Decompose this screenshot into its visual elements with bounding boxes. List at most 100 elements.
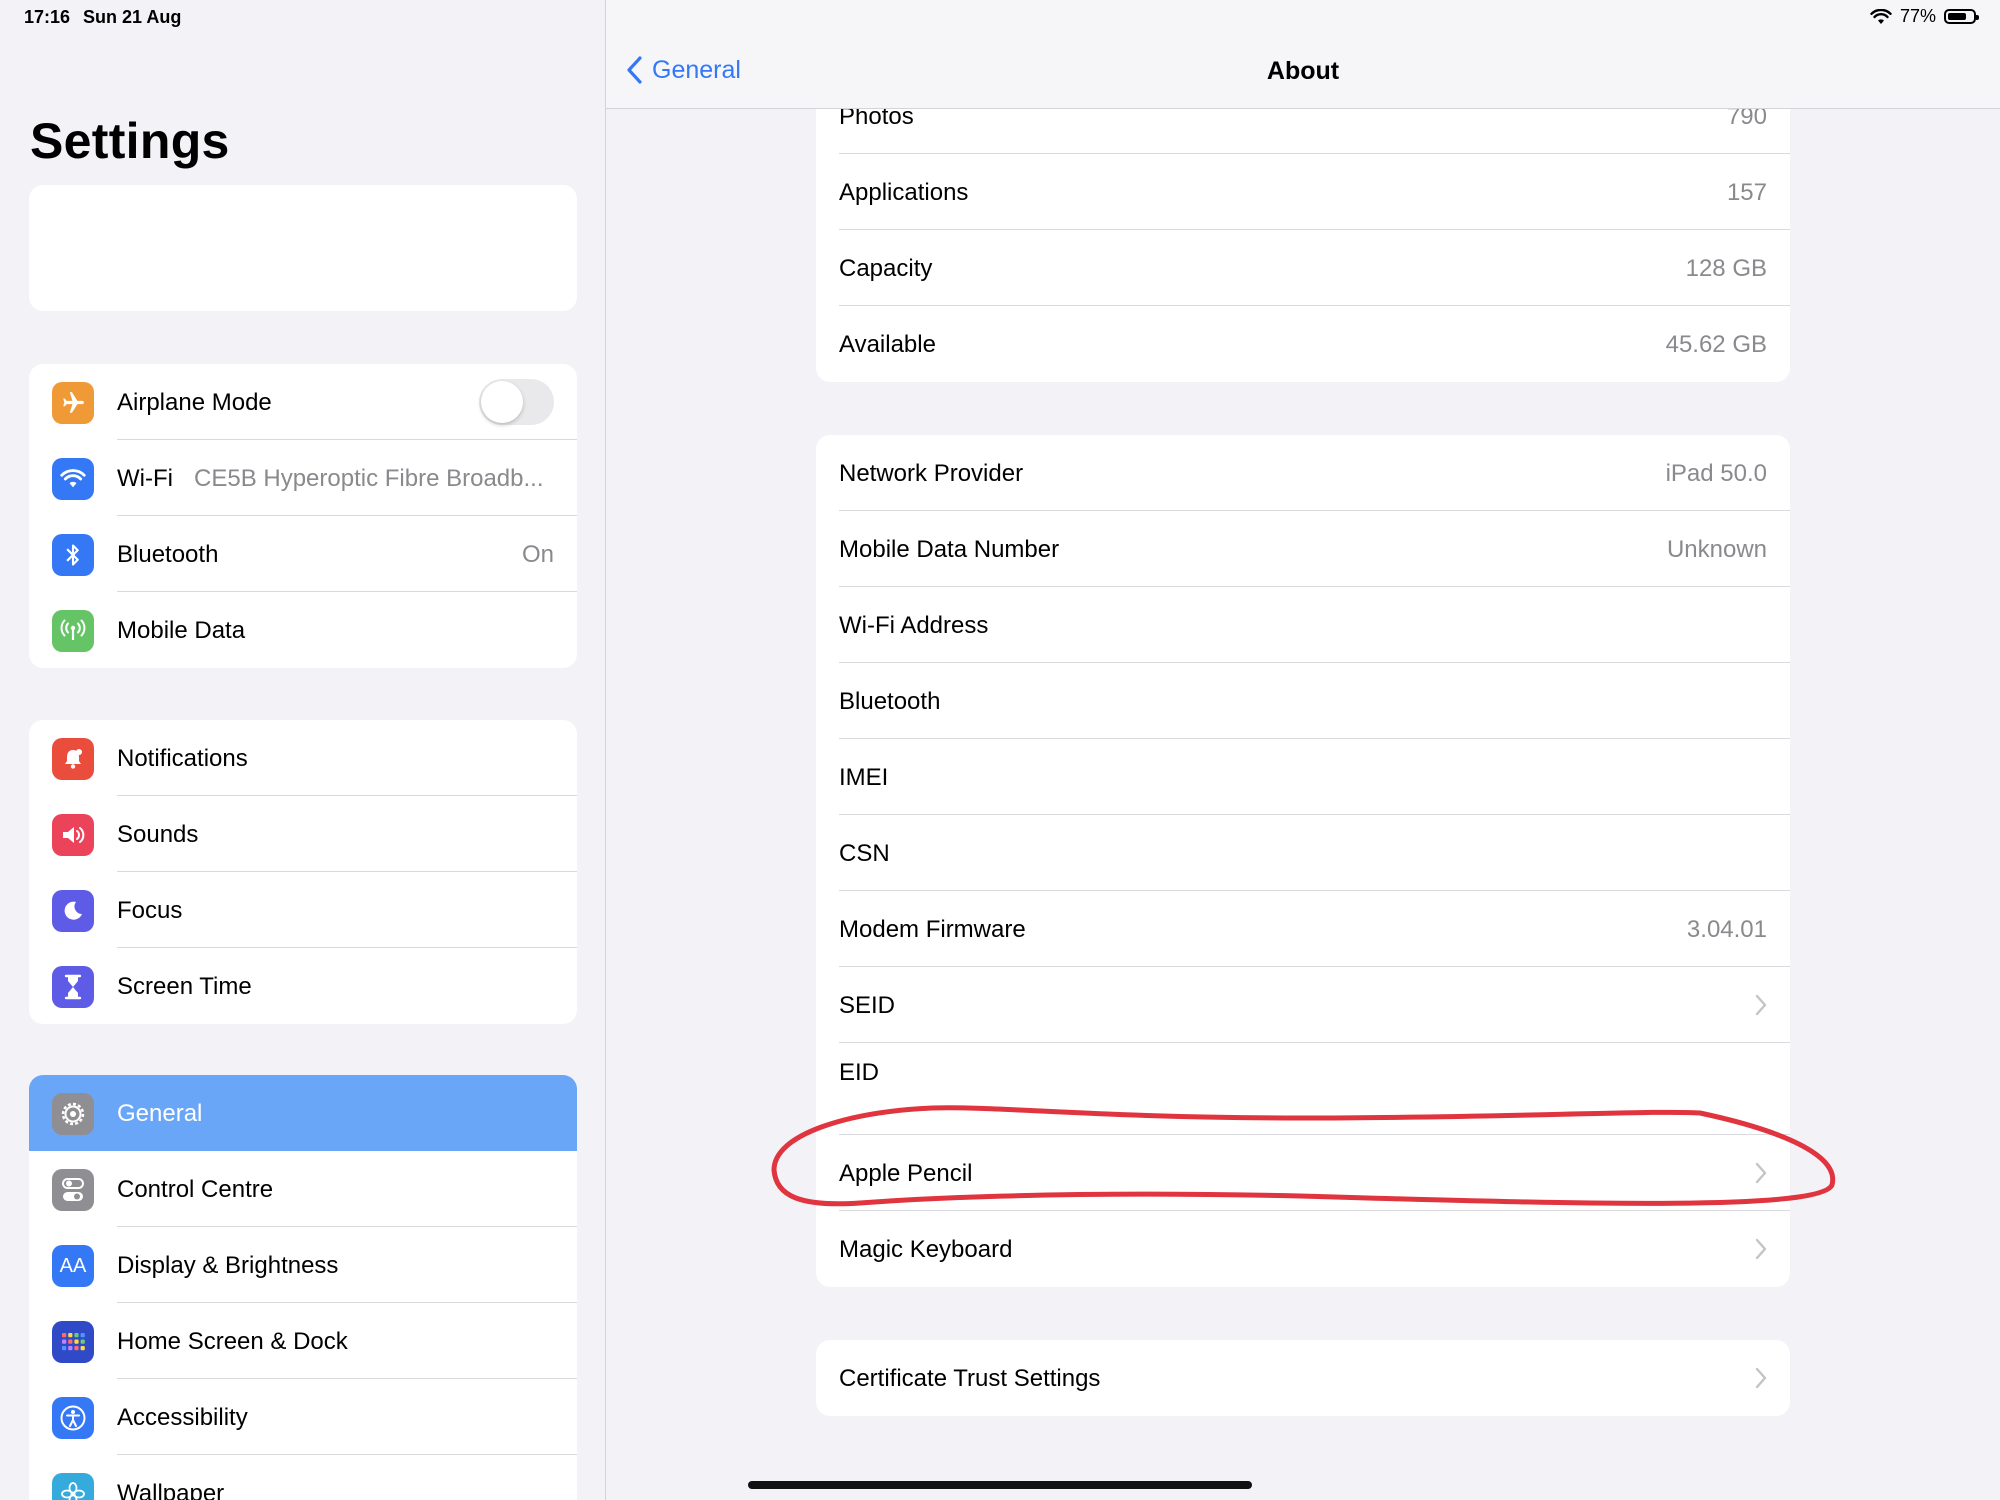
sidebar-item-notifications[interactable]: Notifications	[29, 720, 577, 796]
row-label: Wi-Fi Address	[839, 612, 989, 639]
moon-icon	[52, 890, 94, 932]
row-label: Applications	[839, 179, 969, 206]
wifi-network-name: CE5B Hyperoptic Fibre Broadb...	[194, 465, 544, 492]
gear-icon	[52, 1093, 94, 1135]
sidebar-item-label: Mobile Data	[117, 617, 246, 644]
status-date: Sun 21 Aug	[83, 7, 182, 27]
status-bar: 17:16 Sun 21 Aug 77%	[0, 0, 2000, 36]
sidebar-item-home-screen-dock[interactable]: Home Screen & Dock	[29, 1303, 577, 1379]
sidebar-item-display-brightness[interactable]: AA Display & Brightness	[29, 1227, 577, 1303]
page-title: About	[1266, 57, 1340, 85]
sidebar-item-mobile-data[interactable]: Mobile Data	[29, 592, 577, 668]
row-label: Certificate Trust Settings	[839, 1365, 1101, 1392]
sidebar-item-label: Bluetooth	[117, 541, 219, 568]
info-row-network-provider: Network Provider iPad 50.0	[816, 435, 1790, 511]
storage-info-group: Photos 790 Applications 157 Capacity 128 GB…	[816, 78, 1790, 382]
info-row-imei: IMEI	[816, 739, 1790, 815]
row-value: 157	[1726, 179, 1767, 206]
status-right: 77%	[1870, 6, 1979, 27]
row-label: Mobile Data Number	[839, 536, 1060, 563]
row-value: iPad 50.0	[1665, 460, 1767, 487]
antenna-icon	[52, 610, 94, 652]
info-row-apple-pencil[interactable]: Apple Pencil	[816, 1135, 1790, 1211]
row-value: 128 GB	[1685, 255, 1767, 282]
info-row-bluetooth: Bluetooth	[816, 663, 1790, 739]
row-label: Modem Firmware	[839, 916, 1026, 943]
sidebar-item-wallpaper[interactable]: Wallpaper	[29, 1455, 577, 1500]
switches-icon	[52, 1169, 94, 1211]
battery-fill	[1948, 13, 1967, 20]
chevron-right-icon	[1755, 1367, 1767, 1389]
info-row-csn: CSN	[816, 815, 1790, 891]
general-group: General Control Centre AA Display & Brig…	[29, 1075, 577, 1500]
sidebar-item-label: Sounds	[117, 821, 199, 848]
row-label: Available	[839, 331, 936, 358]
sidebar-item-label: Wi-Fi	[117, 465, 173, 492]
sidebar-item-screen-time[interactable]: Screen Time	[29, 948, 577, 1024]
grid-icon	[52, 1321, 94, 1363]
row-value: Unknown	[1666, 536, 1767, 563]
airplane-icon	[52, 382, 94, 424]
network-info-group: Network Provider iPad 50.0 Mobile Data Nu…	[816, 435, 1790, 1287]
battery-percent: 77%	[1899, 6, 1936, 26]
home-indicator	[748, 1481, 1252, 1489]
info-row-modem-firmware: Modem Firmware 3.04.01	[816, 891, 1790, 967]
notifications-group: Notifications Sounds Focus Screen Time	[29, 720, 577, 1024]
info-row-magic-keyboard[interactable]: Magic Keyboard	[816, 1211, 1790, 1287]
sidebar-item-label: Home Screen & Dock	[117, 1328, 348, 1355]
status-time: 17:16	[24, 7, 71, 27]
text-size-icon: AA	[52, 1245, 94, 1287]
sidebar-item-accessibility[interactable]: Accessibility	[29, 1379, 577, 1455]
battery-icon	[1944, 9, 1979, 24]
bluetooth-icon	[52, 534, 94, 576]
sidebar-item-focus[interactable]: Focus	[29, 872, 577, 948]
row-label: Bluetooth	[839, 688, 941, 715]
chevron-right-icon	[1755, 1162, 1767, 1184]
sidebar-item-label: Accessibility	[117, 1404, 248, 1431]
bell-icon	[52, 738, 94, 780]
chevron-right-icon	[1755, 1238, 1767, 1260]
info-row-mobile-data-number: Mobile Data Number Unknown	[816, 511, 1790, 587]
sidebar-item-control-centre[interactable]: Control Centre	[29, 1151, 577, 1227]
info-row-applications: Applications 157	[816, 154, 1790, 230]
info-row-capacity: Capacity 128 GB	[816, 230, 1790, 306]
sidebar-item-general[interactable]: General	[29, 1075, 577, 1151]
sidebar-item-label: Wallpaper	[117, 1480, 225, 1500]
sidebar-item-label: Screen Time	[117, 973, 252, 1000]
about-detail-pane: General About Photos 790 Applications 157 …	[606, 0, 2000, 1500]
toggle-knob	[481, 381, 523, 423]
row-label: Capacity	[839, 255, 933, 282]
sidebar-item-label: Notifications	[117, 745, 248, 772]
hourglass-icon	[52, 966, 94, 1008]
row-label: SEID	[839, 992, 896, 1019]
settings-sidebar: Settings Airplane Mode Wi-Fi CE5B Hypero…	[0, 0, 606, 1500]
certificate-group: Certificate Trust Settings	[816, 1340, 1790, 1416]
info-row-seid[interactable]: SEID	[816, 967, 1790, 1043]
row-value: 3.04.01	[1686, 916, 1767, 943]
accessibility-icon	[52, 1397, 94, 1439]
info-row-available: Available 45.62 GB	[816, 306, 1790, 382]
sidebar-item-bluetooth[interactable]: Bluetooth On	[29, 516, 577, 592]
sidebar-item-label: Focus	[117, 897, 183, 924]
airplane-mode-toggle[interactable]	[479, 379, 554, 425]
bluetooth-status: On	[521, 541, 554, 568]
info-row-certificate-trust-settings[interactable]: Certificate Trust Settings	[816, 1340, 1790, 1416]
row-label: EID	[839, 1059, 880, 1086]
wifi-status-icon	[1870, 8, 1892, 24]
row-label: CSN	[839, 840, 890, 867]
chevron-right-icon	[1755, 994, 1767, 1016]
sidebar-item-wifi[interactable]: Wi-Fi CE5B Hyperoptic Fibre Broadb...	[29, 440, 577, 516]
sidebar-item-sounds[interactable]: Sounds	[29, 796, 577, 872]
row-label: Apple Pencil	[839, 1160, 973, 1187]
apple-id-card[interactable]	[29, 185, 577, 311]
row-label: Magic Keyboard	[839, 1236, 1013, 1263]
info-row-eid: EID	[816, 1043, 1790, 1135]
sidebar-item-label: Display & Brightness	[117, 1252, 339, 1279]
connectivity-group: Airplane Mode Wi-Fi CE5B Hyperoptic Fibr…	[29, 364, 577, 668]
speaker-icon	[52, 814, 94, 856]
row-label: IMEI	[839, 764, 889, 791]
info-row-wifi-address: Wi-Fi Address	[816, 587, 1790, 663]
sidebar-title: Settings	[30, 113, 230, 169]
sidebar-item-airplane-mode[interactable]: Airplane Mode	[29, 364, 577, 440]
sidebar-item-label: Control Centre	[117, 1176, 274, 1203]
